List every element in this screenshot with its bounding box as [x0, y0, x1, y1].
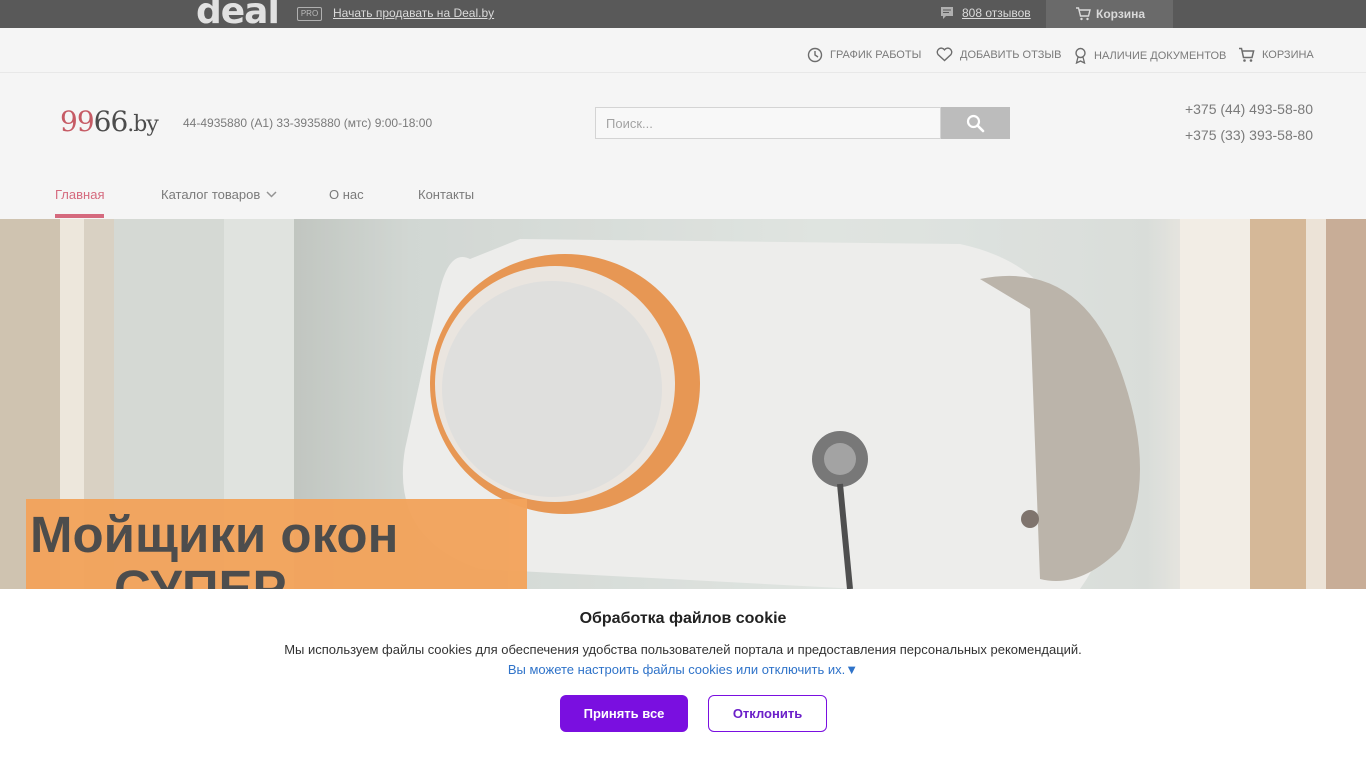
pro-badge: PRO: [297, 7, 322, 21]
logo-part-1: 99: [60, 105, 95, 138]
contact-info: 44-4935880 (А1) 33-3935880 (мтс) 9:00-18…: [183, 116, 433, 130]
documents-link[interactable]: Наличие документов: [1074, 47, 1226, 64]
site-logo[interactable]: 9966.by: [60, 104, 159, 143]
heart-icon: [936, 47, 953, 62]
hero-banner[interactable]: Мойщики окон СУПЕР: [0, 219, 1366, 589]
promo-banner-block: Мойщики окон СУПЕР: [26, 499, 527, 589]
schedule-label: График работы: [830, 49, 922, 61]
promo-line-1: Мойщики окон: [30, 506, 399, 563]
cart-icon: [1239, 47, 1255, 62]
cart-link[interactable]: Корзина: [1238, 47, 1314, 63]
decline-button[interactable]: Отклонить: [708, 695, 827, 732]
site-header: График работы Добавить отзыв Наличие док…: [0, 28, 1366, 219]
cart-label: Корзина: [1262, 49, 1314, 61]
nav-active-indicator: [55, 214, 104, 218]
deal-topbar: deal PRO Начать продавать на Deal.by 808…: [0, 0, 1366, 28]
deal-logo[interactable]: deal: [196, 0, 279, 28]
chevron-down-icon: [266, 191, 277, 198]
cart-icon: [1076, 7, 1091, 21]
nav-home[interactable]: Главная: [55, 187, 104, 202]
phone-1[interactable]: +375 (44) 493-58-80: [1185, 101, 1313, 117]
cookie-consent-panel: Обработка файлов cookie Мы используем фа…: [0, 589, 1366, 768]
cookie-description: Мы используем файлы cookies для обеспече…: [284, 642, 1082, 657]
utility-bar: График работы Добавить отзыв Наличие док…: [0, 28, 1366, 73]
nav-contacts[interactable]: Контакты: [418, 187, 474, 202]
phone-2[interactable]: +375 (33) 393-58-80: [1185, 127, 1313, 143]
reviews-link[interactable]: 808 отзывов: [940, 6, 1031, 20]
search-icon: [966, 114, 985, 132]
clock-icon: [807, 47, 823, 63]
add-review-link[interactable]: Добавить отзыв: [936, 47, 1061, 62]
nav-catalog-label: Каталог товаров: [161, 187, 261, 202]
search-button[interactable]: [941, 107, 1010, 139]
logo-part-3: .by: [127, 112, 159, 137]
accept-all-button[interactable]: Принять все: [560, 695, 688, 732]
chat-icon: [941, 7, 953, 19]
nav-about[interactable]: О нас: [329, 187, 364, 202]
top-cart-button[interactable]: Корзина: [1046, 0, 1173, 28]
cookie-title: Обработка файлов cookie: [579, 610, 787, 627]
top-cart-label: Корзина: [1096, 7, 1146, 21]
schedule-link[interactable]: График работы: [807, 47, 921, 63]
search-form: [595, 107, 1010, 139]
logo-part-2: 66: [93, 105, 129, 138]
search-input[interactable]: [595, 107, 941, 139]
nav-catalog[interactable]: Каталог товаров: [161, 187, 277, 202]
award-icon: [1075, 47, 1086, 64]
start-selling-link[interactable]: Начать продавать на Deal.by: [333, 6, 494, 20]
add-review-label: Добавить отзыв: [960, 48, 1062, 61]
reviews-count: 808 отзывов: [962, 6, 1031, 20]
promo-line-2: СУПЕР: [114, 560, 287, 590]
documents-label: Наличие документов: [1094, 49, 1227, 62]
cookie-settings-link[interactable]: Вы можете настроить файлы cookies или от…: [0, 662, 1366, 677]
